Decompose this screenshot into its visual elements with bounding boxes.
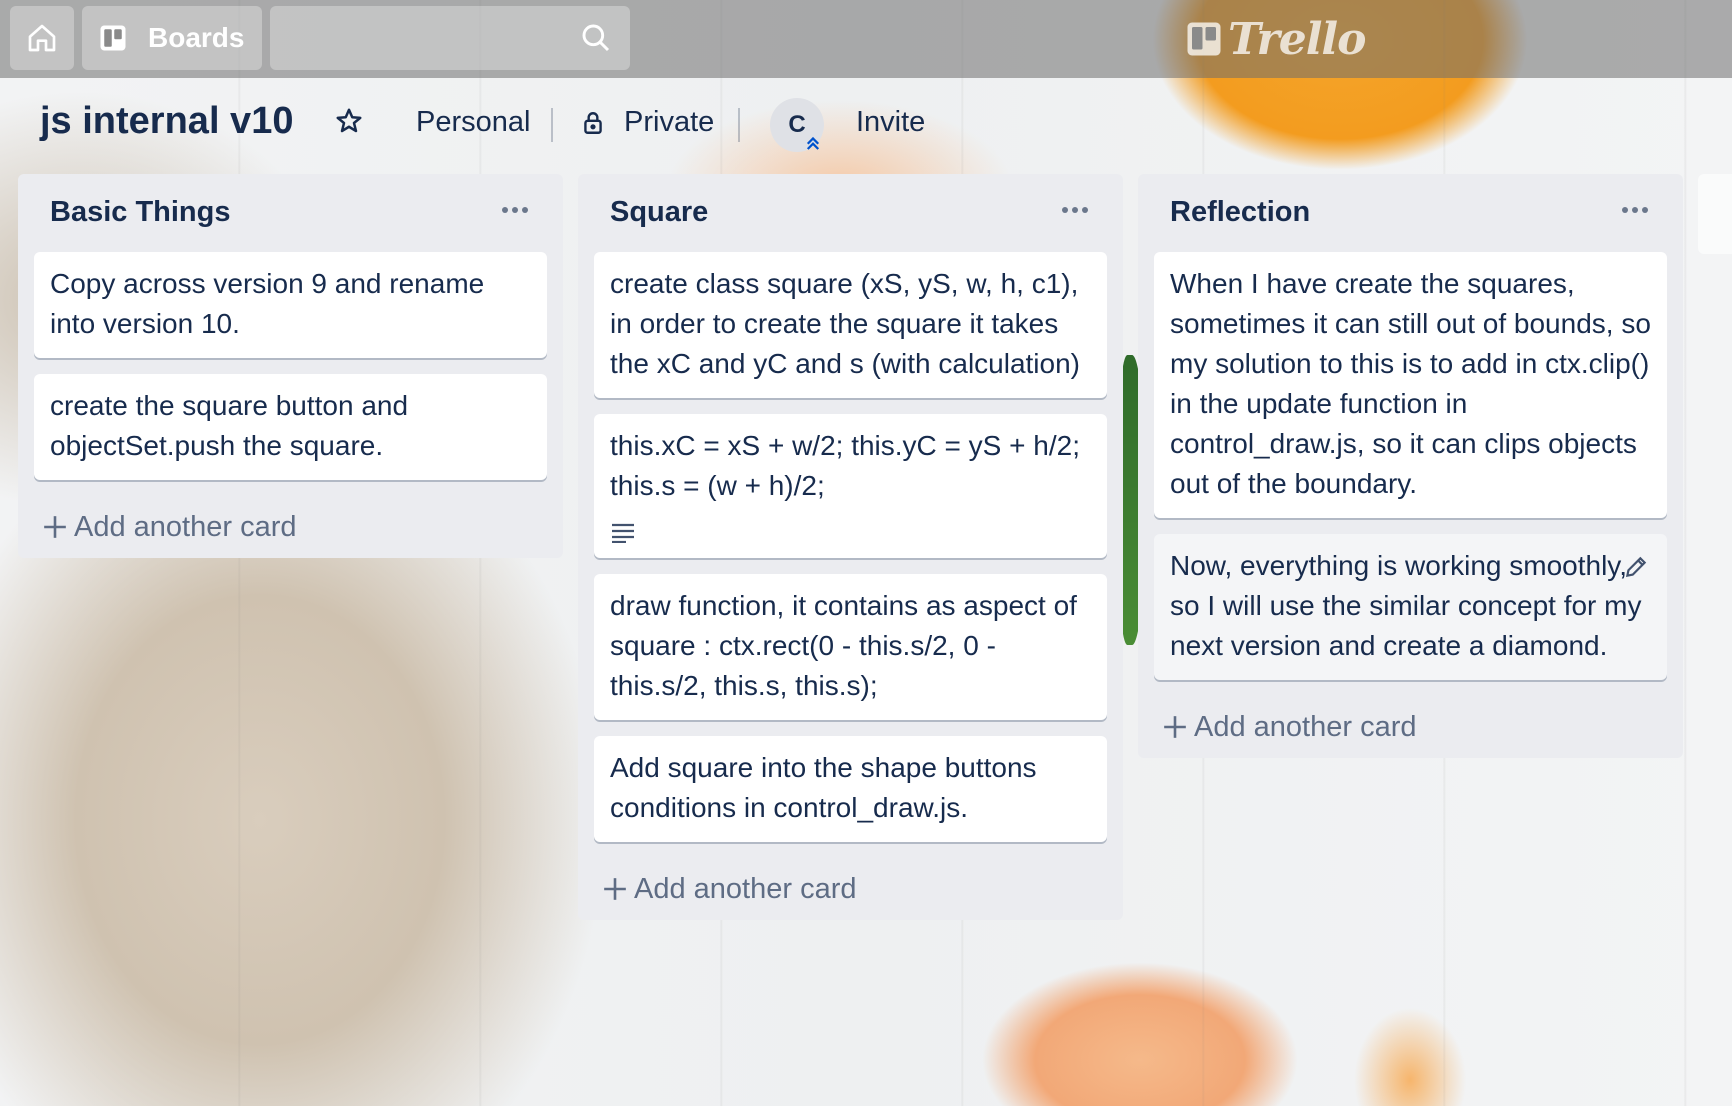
add-card-button[interactable]: Add another card — [34, 496, 547, 558]
home-icon — [28, 24, 56, 52]
card-hovered[interactable]: Now, everything is working smoothly, so … — [1154, 534, 1667, 680]
trello-logo-icon — [1187, 22, 1221, 56]
trello-logo[interactable]: Trello — [1186, 13, 1366, 65]
list-basic-things: Basic Things Copy across version 9 and r… — [18, 174, 563, 558]
header-divider — [738, 108, 740, 142]
add-list-stub[interactable] — [1698, 174, 1732, 254]
home-button[interactable] — [10, 6, 74, 70]
list-header: Reflection — [1154, 174, 1667, 252]
list-menu-button[interactable] — [1615, 192, 1655, 228]
trello-logo-text: Trello — [1228, 13, 1366, 65]
privacy-button[interactable]: Private — [580, 106, 714, 139]
boards-label: Boards — [148, 22, 245, 53]
add-card-label: Add another card — [1194, 710, 1417, 743]
search-icon — [582, 24, 610, 52]
list-title[interactable]: Square — [610, 196, 708, 229]
card-with-description[interactable]: this.xC = xS + w/2; this.yC = yS + h/2; … — [594, 414, 1107, 558]
list-reflection: Reflection When I have create the square… — [1138, 174, 1683, 758]
card[interactable]: Add square into the shape buttons condit… — [594, 736, 1107, 842]
admin-chevron-icon — [806, 136, 820, 150]
card[interactable]: create class square (xS, yS, w, h, c1), … — [594, 252, 1107, 398]
privacy-label: Private — [624, 106, 715, 138]
list-title[interactable]: Basic Things — [50, 196, 231, 229]
boards-button[interactable]: Boards — [82, 6, 262, 70]
add-card-button[interactable]: Add another card — [1154, 696, 1667, 758]
more-icon — [502, 207, 528, 213]
add-card-label: Add another card — [74, 510, 297, 543]
more-icon — [1062, 207, 1088, 213]
list-menu-button[interactable] — [495, 192, 535, 228]
card-text: this.xC = xS + w/2; this.yC = yS + h/2; … — [610, 430, 1080, 501]
card-text: Now, everything is working smoothly, so … — [1170, 550, 1642, 661]
header-divider — [551, 108, 553, 142]
team-visibility-button[interactable]: Personal — [416, 106, 530, 139]
list-square: Square create class square (xS, yS, w, h… — [578, 174, 1123, 920]
card[interactable]: Copy across version 9 and rename into ve… — [34, 252, 547, 358]
card[interactable]: When I have create the squares, sometime… — [1154, 252, 1667, 518]
top-header: Boards Trello — [0, 0, 1732, 78]
list-header: Basic Things — [34, 174, 547, 252]
card[interactable]: draw function, it contains as aspect of … — [594, 574, 1107, 720]
member-avatar[interactable]: C — [770, 98, 824, 152]
search-input[interactable] — [270, 6, 630, 70]
description-icon — [612, 523, 634, 544]
description-icon-wrap — [610, 514, 1091, 544]
card[interactable]: create the square button and objectSet.p… — [34, 374, 547, 480]
list-header: Square — [594, 174, 1107, 252]
add-card-label: Add another card — [634, 872, 857, 905]
add-card-button[interactable]: Add another card — [594, 858, 1107, 920]
plus-icon — [604, 878, 626, 900]
star-icon — [336, 108, 362, 133]
board-title[interactable]: js internal v10 — [40, 100, 293, 143]
more-icon — [1622, 207, 1648, 213]
plus-icon — [44, 516, 66, 538]
list-title[interactable]: Reflection — [1170, 196, 1310, 229]
list-menu-button[interactable] — [1055, 192, 1095, 228]
boards-icon — [100, 25, 126, 51]
invite-button[interactable]: Invite — [856, 106, 925, 139]
lock-icon — [584, 111, 602, 134]
pencil-edit-icon[interactable] — [1623, 554, 1649, 580]
plus-icon — [1164, 716, 1186, 738]
star-button[interactable] — [334, 106, 364, 136]
